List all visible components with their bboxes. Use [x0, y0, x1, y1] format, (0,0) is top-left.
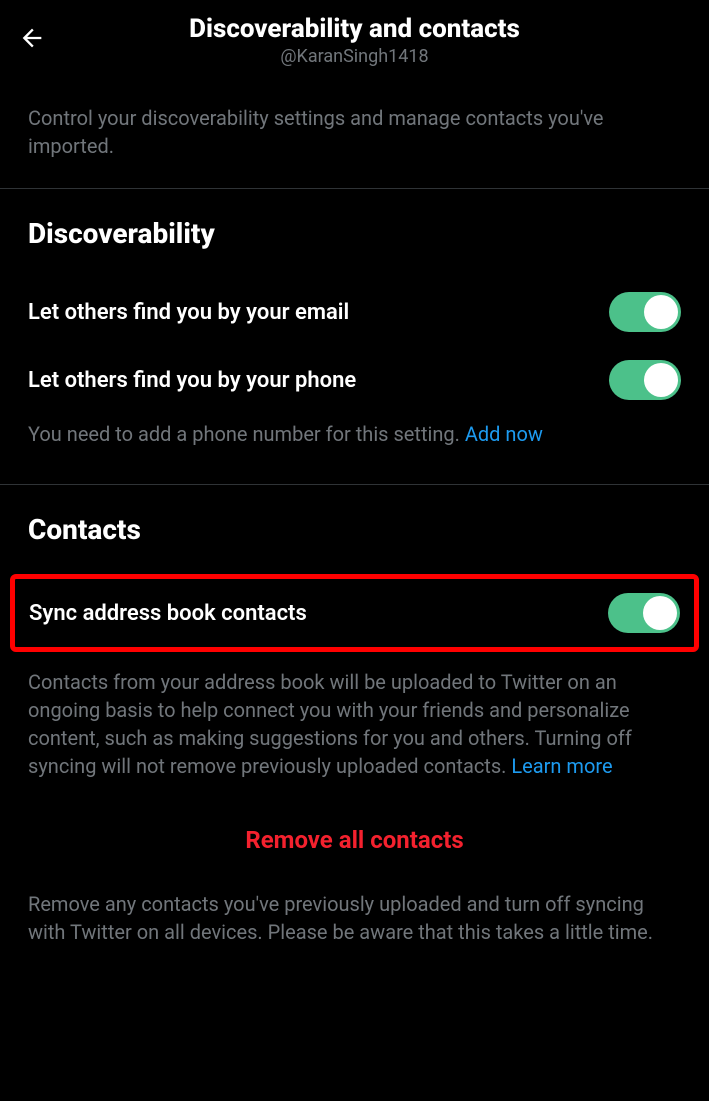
phone-help-prefix: You need to add a phone number for this … — [28, 422, 465, 446]
page-title: Discoverability and contacts — [16, 14, 693, 44]
page-header: Discoverability and contacts @KaranSingh… — [0, 0, 709, 80]
phone-discoverability-toggle[interactable] — [609, 360, 681, 400]
contacts-section: Contacts Sync address book contacts Cont… — [0, 485, 709, 890]
toggle-knob — [644, 295, 678, 329]
email-discoverability-row: Let others find you by your email — [28, 278, 681, 346]
remove-help-text: Remove any contacts you've previously up… — [0, 890, 709, 946]
discoverability-section: Discoverability Let others find you by y… — [0, 189, 709, 485]
intro-text: Control your discoverability settings an… — [0, 80, 709, 189]
back-button[interactable] — [16, 22, 48, 54]
toggle-knob — [644, 363, 678, 397]
add-phone-link[interactable]: Add now — [465, 422, 543, 446]
contacts-heading: Contacts — [28, 513, 681, 546]
sync-contacts-toggle[interactable] — [608, 593, 680, 633]
learn-more-link[interactable]: Learn more — [511, 754, 612, 778]
phone-discoverability-label: Let others find you by your phone — [28, 368, 356, 393]
phone-help-text: You need to add a phone number for this … — [28, 414, 681, 466]
sync-help-text: Contacts from your address book will be … — [28, 662, 681, 798]
header-text-block: Discoverability and contacts @KaranSingh… — [16, 14, 693, 67]
phone-discoverability-row: Let others find you by your phone — [28, 346, 681, 414]
page-subtitle: @KaranSingh1418 — [16, 46, 693, 67]
sync-contacts-label: Sync address book contacts — [29, 601, 307, 626]
arrow-left-icon — [18, 24, 46, 52]
remove-all-contacts-button[interactable]: Remove all contacts — [28, 798, 681, 872]
sync-contacts-highlighted-row: Sync address book contacts — [10, 574, 699, 652]
discoverability-heading: Discoverability — [28, 217, 681, 250]
email-discoverability-label: Let others find you by your email — [28, 300, 349, 325]
toggle-knob — [643, 596, 677, 630]
email-discoverability-toggle[interactable] — [609, 292, 681, 332]
